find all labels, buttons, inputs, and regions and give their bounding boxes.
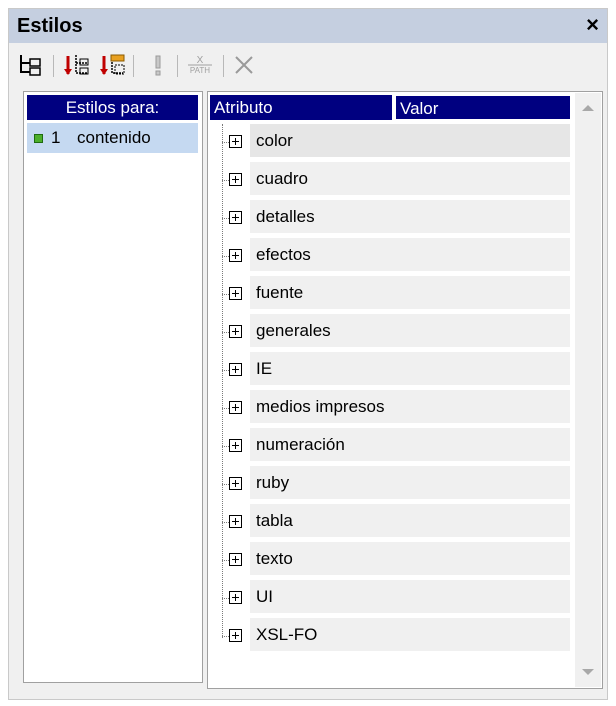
attribute-group-numeracion[interactable]: numeración <box>222 428 572 464</box>
attribute-group-detalles[interactable]: detalles <box>222 200 572 236</box>
expand-icon[interactable] <box>229 363 242 376</box>
attribute-group-label: IE <box>250 352 570 385</box>
expand-icon[interactable] <box>229 249 242 262</box>
styles-for-panel: Estilos para: 1 contenido <box>23 91 203 683</box>
toolbar: X PATH <box>9 43 607 87</box>
attribute-group-label: tabla <box>250 504 570 537</box>
styles-for-header: Estilos para: <box>27 95 198 120</box>
close-icon[interactable]: × <box>586 12 599 38</box>
expand-icon[interactable] <box>229 515 242 528</box>
attribute-group-fuente[interactable]: fuente <box>222 276 572 312</box>
tree-view-icon[interactable] <box>15 51 45 79</box>
svg-text:X: X <box>197 55 204 66</box>
style-target-number: 1 <box>51 128 61 147</box>
attribute-group-label: ruby <box>250 466 570 499</box>
add-style-from-xpath-icon[interactable] <box>97 51 127 79</box>
expand-icon[interactable] <box>229 629 242 642</box>
expand-icon[interactable] <box>229 135 242 148</box>
expand-icon[interactable] <box>229 591 242 604</box>
attribute-group-ie[interactable]: IE <box>222 352 572 388</box>
attribute-group-label: detalles <box>250 200 570 233</box>
expand-icon[interactable] <box>229 173 242 186</box>
attributes-panel: Atributo Valor color cuadro detalles efe… <box>207 91 603 689</box>
attribute-group-ui[interactable]: UI <box>222 580 572 616</box>
attribute-group-xsl-fo[interactable]: XSL-FO <box>222 618 572 654</box>
attribute-group-texto[interactable]: texto <box>222 542 572 578</box>
xpath-icon: X PATH <box>185 51 215 79</box>
style-target-item[interactable]: 1 contenido <box>27 123 198 153</box>
expand-icon[interactable] <box>229 211 242 224</box>
attribute-group-label: XSL-FO <box>250 618 570 651</box>
delete-icon <box>229 51 259 79</box>
attribute-group-label: texto <box>250 542 570 575</box>
attribute-group-label: generales <box>250 314 570 347</box>
attribute-group-label: UI <box>250 580 570 613</box>
attribute-group-efectos[interactable]: efectos <box>222 238 572 274</box>
value-column-header[interactable]: Valor <box>395 95 571 120</box>
attribute-group-color[interactable]: color <box>222 124 572 160</box>
expand-icon[interactable] <box>229 401 242 414</box>
vertical-scrollbar[interactable] <box>575 93 601 687</box>
expand-icon[interactable] <box>229 439 242 452</box>
attribute-group-label: color <box>250 124 570 157</box>
attribute-group-ruby[interactable]: ruby <box>222 466 572 502</box>
element-node-icon <box>34 134 43 143</box>
expand-icon[interactable] <box>229 325 242 338</box>
attribute-group-tabla[interactable]: tabla <box>222 504 572 540</box>
scroll-up-icon[interactable] <box>582 105 594 111</box>
window-title: Estilos <box>17 15 83 37</box>
important-icon <box>143 51 173 79</box>
svg-text:PATH: PATH <box>190 66 210 75</box>
add-style-icon[interactable] <box>61 51 91 79</box>
title-bar: Estilos × <box>9 9 607 43</box>
styles-window: Estilos × X PATH Estilos para: 1 conteni… <box>8 8 608 700</box>
attribute-group-label: fuente <box>250 276 570 309</box>
attribute-group-label: numeración <box>250 428 570 461</box>
attribute-group-generales[interactable]: generales <box>222 314 572 350</box>
attribute-group-label: cuadro <box>250 162 570 195</box>
expand-icon[interactable] <box>229 477 242 490</box>
scroll-down-icon[interactable] <box>582 669 594 675</box>
attribute-group-cuadro[interactable]: cuadro <box>222 162 572 198</box>
attribute-column-header[interactable]: Atributo <box>210 95 392 120</box>
attribute-group-medios-impresos[interactable]: medios impresos <box>222 390 572 426</box>
style-target-name: contenido <box>77 128 151 147</box>
attribute-group-label: efectos <box>250 238 570 271</box>
attribute-group-label: medios impresos <box>250 390 570 423</box>
expand-icon[interactable] <box>229 287 242 300</box>
expand-icon[interactable] <box>229 553 242 566</box>
